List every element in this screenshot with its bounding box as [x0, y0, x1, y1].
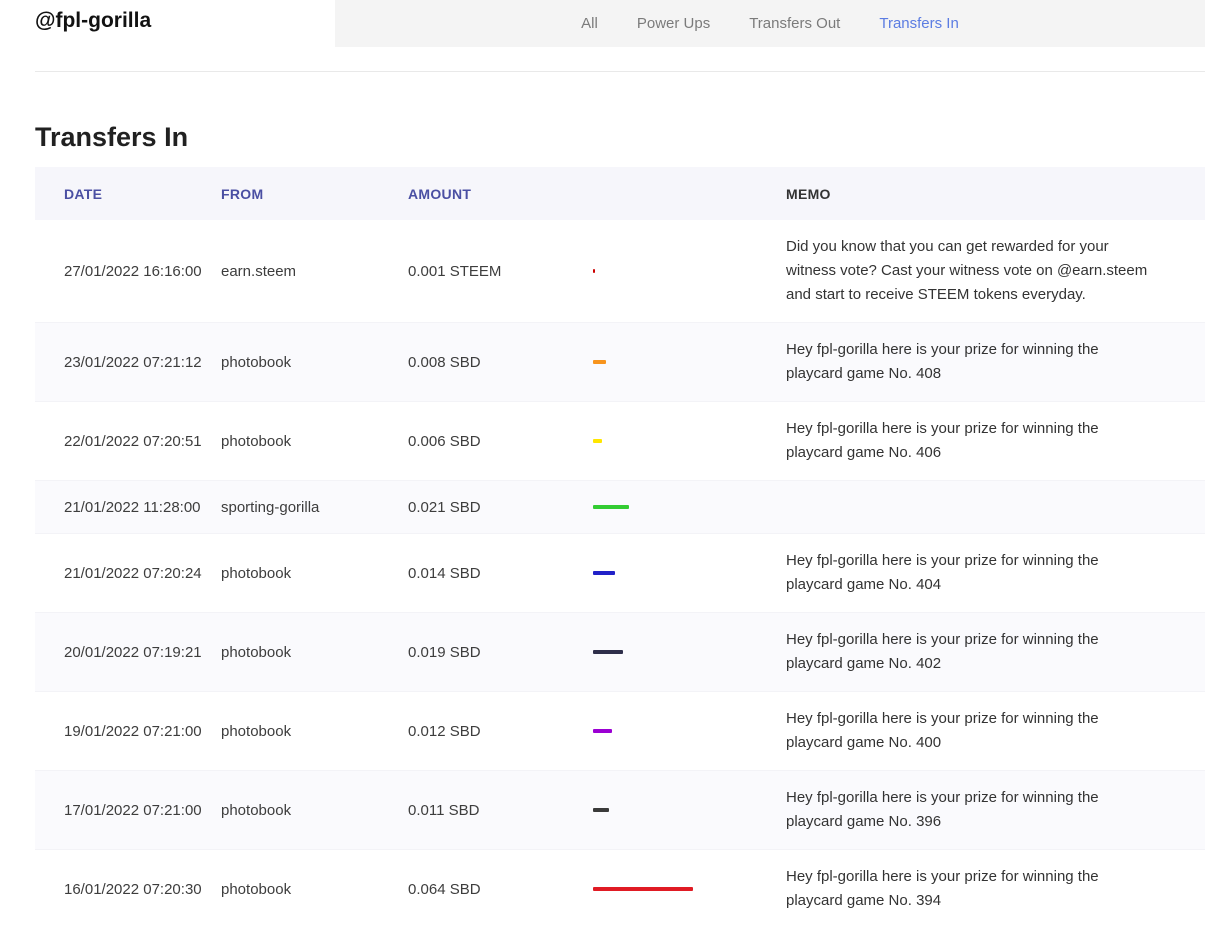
- date-cell: 21/01/2022 07:20:24: [64, 564, 202, 582]
- table-row: 21/01/2022 07:20:24 photobook 0.014 SBD …: [35, 534, 1205, 613]
- amount-bar-cell: [593, 808, 786, 812]
- amount-bar-cell: [593, 650, 786, 654]
- page-title: Transfers In: [35, 122, 189, 152]
- amount-cell: 0.001 STEEM: [408, 262, 502, 280]
- amount-bar: [593, 650, 623, 654]
- date-cell: 20/01/2022 07:19:21: [64, 643, 202, 661]
- memo-cell: Hey fpl-gorilla here is your prize for w…: [786, 420, 1099, 461]
- amount-bar-cell: [593, 571, 786, 575]
- table-body: 27/01/2022 16:16:00 earn.steem 0.001 STE…: [35, 220, 1205, 928]
- table-row: 22/01/2022 07:20:51 photobook 0.006 SBD …: [35, 402, 1205, 481]
- memo-cell: Did you know that you can get rewarded f…: [786, 238, 1148, 303]
- amount-bar-cell: [593, 439, 786, 443]
- tab-transfers-out[interactable]: Transfers Out: [749, 15, 840, 32]
- amount-bar-cell: [593, 269, 786, 273]
- from-cell: photobook: [221, 564, 292, 582]
- amount-cell: 0.012 SBD: [408, 722, 481, 740]
- table-row: 16/01/2022 07:20:30 photobook 0.064 SBD …: [35, 850, 1205, 928]
- from-cell: photobook: [221, 432, 292, 450]
- memo-cell: Hey fpl-gorilla here is your prize for w…: [786, 710, 1099, 751]
- amount-bar: [593, 729, 612, 733]
- amount-cell: 0.021 SBD: [408, 498, 481, 516]
- amount-cell: 0.019 SBD: [408, 643, 481, 661]
- amount-bar-cell: [593, 360, 786, 364]
- filter-tabs: All Power Ups Transfers Out Transfers In: [335, 0, 1205, 47]
- account-title: @fpl-gorilla: [35, 9, 152, 32]
- amount-cell: 0.064 SBD: [408, 880, 481, 898]
- memo-cell: Hey fpl-gorilla here is your prize for w…: [786, 789, 1099, 830]
- table-row: 17/01/2022 07:21:00 photobook 0.011 SBD …: [35, 771, 1205, 850]
- amount-bar-cell: [593, 729, 786, 733]
- table-header-row: DATE FROM AMOUNT MEMO: [35, 167, 1205, 220]
- table-row: 20/01/2022 07:19:21 photobook 0.019 SBD …: [35, 613, 1205, 692]
- amount-bar: [593, 439, 602, 443]
- amount-bar-cell: [593, 505, 786, 509]
- table-row: 23/01/2022 07:21:12 photobook 0.008 SBD …: [35, 323, 1205, 402]
- from-cell: sporting-gorilla: [221, 498, 320, 516]
- date-cell: 16/01/2022 07:20:30: [64, 880, 202, 898]
- amount-cell: 0.008 SBD: [408, 353, 481, 371]
- transfers-table: DATE FROM AMOUNT MEMO 27/01/2022 16:16:0…: [35, 167, 1205, 928]
- from-cell: photobook: [221, 643, 292, 661]
- memo-cell: Hey fpl-gorilla here is your prize for w…: [786, 631, 1099, 672]
- date-cell: 27/01/2022 16:16:00: [64, 262, 202, 280]
- date-cell: 23/01/2022 07:21:12: [64, 353, 202, 371]
- table-row: 27/01/2022 16:16:00 earn.steem 0.001 STE…: [35, 220, 1205, 323]
- tab-transfers-in[interactable]: Transfers In: [879, 15, 958, 32]
- column-header-amount: AMOUNT: [408, 185, 472, 202]
- amount-bar: [593, 571, 615, 575]
- date-cell: 17/01/2022 07:21:00: [64, 801, 202, 819]
- column-header-from: FROM: [221, 185, 264, 202]
- amount-bar: [593, 360, 606, 364]
- top-bar: @fpl-gorilla All Power Ups Transfers Out…: [0, 0, 1228, 47]
- tab-all[interactable]: All: [581, 15, 598, 32]
- column-header-memo: MEMO: [786, 185, 831, 202]
- from-cell: photobook: [221, 353, 292, 371]
- from-cell: photobook: [221, 880, 292, 898]
- date-cell: 21/01/2022 11:28:00: [64, 498, 201, 516]
- amount-cell: 0.006 SBD: [408, 432, 481, 450]
- date-cell: 19/01/2022 07:21:00: [64, 722, 202, 740]
- column-header-date: DATE: [64, 185, 103, 202]
- amount-bar: [593, 808, 609, 812]
- table-row: 19/01/2022 07:21:00 photobook 0.012 SBD …: [35, 692, 1205, 771]
- from-cell: photobook: [221, 722, 292, 740]
- from-cell: earn.steem: [221, 262, 297, 280]
- memo-cell: Hey fpl-gorilla here is your prize for w…: [786, 552, 1099, 593]
- amount-bar: [593, 505, 629, 509]
- memo-cell: Hey fpl-gorilla here is your prize for w…: [786, 341, 1099, 382]
- from-cell: photobook: [221, 801, 292, 819]
- tab-power-ups[interactable]: Power Ups: [637, 15, 710, 32]
- amount-bar-cell: [593, 887, 786, 891]
- amount-cell: 0.011 SBD: [408, 801, 480, 819]
- amount-bar: [593, 887, 693, 891]
- memo-cell: Hey fpl-gorilla here is your prize for w…: [786, 868, 1099, 909]
- date-cell: 22/01/2022 07:20:51: [64, 432, 202, 450]
- amount-bar: [593, 269, 595, 273]
- header-divider: [35, 71, 1205, 72]
- table-row: 21/01/2022 11:28:00 sporting-gorilla 0.0…: [35, 481, 1205, 534]
- amount-cell: 0.014 SBD: [408, 564, 481, 582]
